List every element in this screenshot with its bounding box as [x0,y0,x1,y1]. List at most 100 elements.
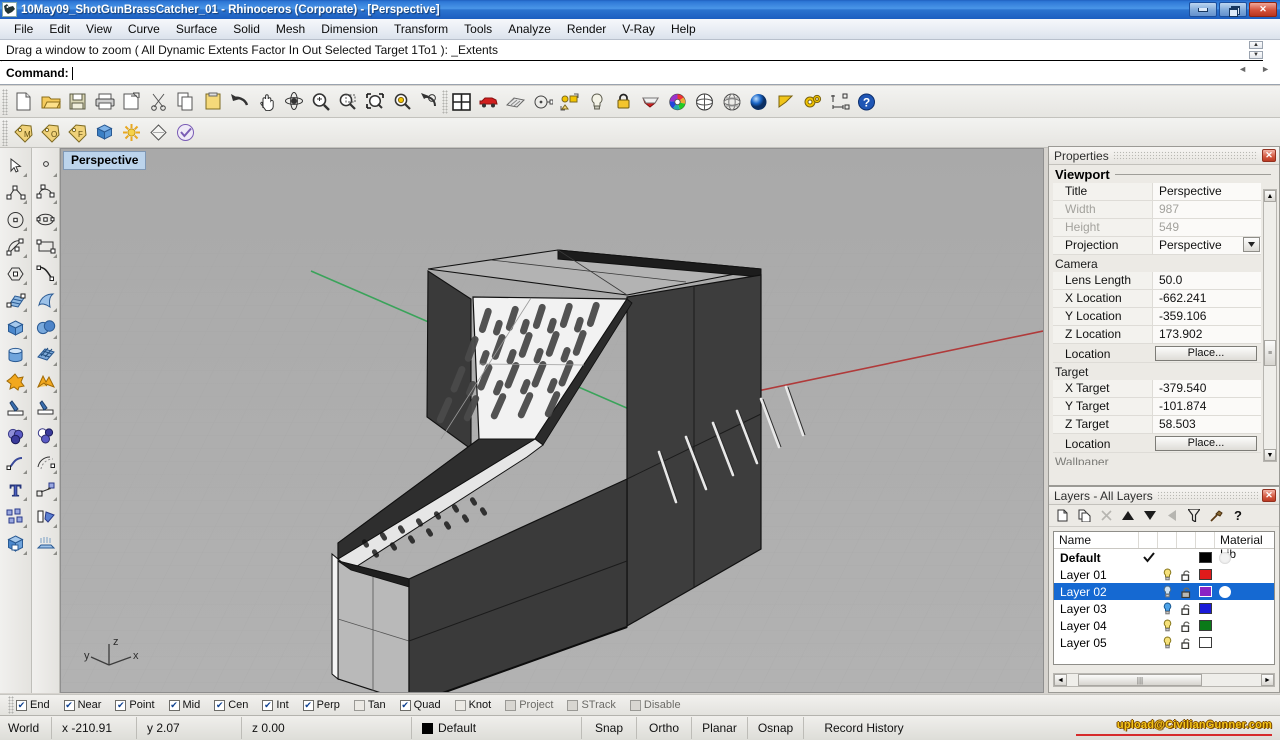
current-layer-check-icon[interactable] [1139,552,1158,563]
property-row-z-location[interactable]: Z Location 173.902 [1053,326,1261,344]
new-file-icon[interactable] [11,89,36,115]
chevron-down-icon[interactable] [1243,237,1260,252]
material-swatch[interactable] [1215,586,1234,598]
rotate-view-icon[interactable] [281,89,306,115]
osnap-near[interactable]: ✔ Near [64,699,102,711]
array-icon[interactable] [3,503,29,530]
restore-button[interactable] [1219,2,1247,17]
viewport-canvas[interactable]: z x y [61,149,1043,692]
color-wheel-icon[interactable] [665,89,690,115]
layer-row-layer-04[interactable]: Layer 04 [1054,617,1274,634]
sun-icon[interactable] [119,120,144,146]
curve-free-icon[interactable] [33,260,59,287]
property-value[interactable]: 58.503 [1153,416,1261,433]
property-value[interactable]: Perspective [1153,183,1261,200]
car-render-icon[interactable] [476,89,501,115]
boolean-union-icon[interactable] [3,368,29,395]
toggle-planar[interactable]: Planar [692,717,748,739]
property-row-target-location[interactable]: Location Place... [1053,434,1261,453]
properties-scrollbar[interactable]: ▲ ≡ ▼ [1263,189,1277,462]
close-icon[interactable]: ✕ [1262,149,1276,162]
layer-color-swatch[interactable] [1196,569,1215,580]
toggle-osnap[interactable]: Osnap [748,717,804,739]
osnap-project[interactable]: Project [505,699,553,711]
undo-icon[interactable] [227,89,252,115]
move-icon[interactable] [33,476,59,503]
menu-solid[interactable]: Solid [225,20,268,38]
property-row-x-location[interactable]: X Location -662.241 [1053,290,1261,308]
material-icon[interactable] [638,89,663,115]
menu-surface[interactable]: Surface [168,20,225,38]
object-tag-icon[interactable]: O [38,120,63,146]
trim-icon[interactable] [33,395,59,422]
property-row-x-target[interactable]: X Target -379.540 [1053,380,1261,398]
unlock-icon[interactable] [1177,637,1196,649]
osnap-quad[interactable]: ✔ Quad [400,699,441,711]
minimize-button[interactable] [1189,2,1217,17]
panel-drag-dots[interactable] [1113,151,1258,161]
point-icon[interactable] [33,152,59,179]
toolbar-grip-2[interactable] [2,120,8,146]
layers-table[interactable]: Name Material Lib Default Layer 01 [1053,531,1275,665]
checkbox[interactable]: ✔ [262,700,273,711]
checkbox[interactable] [505,700,516,711]
bulb-icon[interactable] [1158,619,1177,632]
property-row-title[interactable]: Title Perspective [1053,183,1261,201]
scroll-thumb[interactable]: ≡ [1264,340,1276,366]
checkbox[interactable]: ✔ [169,700,180,711]
vray-check-icon[interactable] [173,120,198,146]
dimension-icon[interactable] [827,89,852,115]
checkbox[interactable]: ✔ [115,700,126,711]
mesh-box-icon[interactable] [3,530,29,557]
scroll-thumb[interactable]: ||| [1078,674,1202,686]
menu-render[interactable]: Render [559,20,614,38]
menu-tools[interactable]: Tools [456,20,500,38]
scroll-left-arrow[interactable]: ◄ [1054,674,1067,686]
viewport-title-label[interactable]: Perspective [63,151,146,170]
zoom-previous-icon[interactable] [416,89,441,115]
property-row-camera-location[interactable]: Location Place... [1053,344,1261,363]
checkbox[interactable] [567,700,578,711]
select-arrow-icon[interactable] [3,152,29,179]
surface-patch-icon[interactable] [33,341,59,368]
help-icon[interactable]: ? [1231,508,1245,524]
menu-transform[interactable]: Transform [386,20,456,38]
pan-icon[interactable] [254,89,279,115]
panel-drag-dots[interactable] [1157,491,1258,501]
offset-curve-icon[interactable] [33,449,59,476]
command-prompt[interactable]: Command: [0,62,1195,84]
flag-icon[interactable] [773,89,798,115]
surface-from-curves-icon[interactable] [3,287,29,314]
render-preview-icon[interactable] [503,89,528,115]
scroll-right-arrow[interactable]: ► [1261,674,1274,686]
rectangle-icon[interactable] [33,233,59,260]
wireframe-sphere-icon[interactable] [719,89,744,115]
osnap-knot[interactable]: Knot [455,699,492,711]
osnap-end[interactable]: ✔ End [16,699,50,711]
new-layer-icon[interactable] [1055,508,1069,524]
paste-icon[interactable] [200,89,225,115]
layer-tools-icon[interactable] [1209,508,1223,524]
close-icon[interactable]: ✕ [1262,489,1276,502]
save-icon[interactable] [65,89,90,115]
osnap-disable[interactable]: Disable [630,699,681,711]
checkbox[interactable] [354,700,365,711]
move-layer-down-icon[interactable] [1143,508,1157,524]
surface-sweep-icon[interactable] [33,287,59,314]
menu-dimension[interactable]: Dimension [313,20,386,38]
perspective-viewport[interactable]: Perspective [60,148,1044,693]
property-row-lens-length[interactable]: Lens Length 50.0 [1053,272,1261,290]
property-row-projection[interactable]: Projection Perspective [1053,237,1261,255]
zoom-extents-icon[interactable] [362,89,387,115]
blue-cube-icon[interactable] [92,120,117,146]
layer-row-layer-05[interactable]: Layer 05 [1054,634,1274,651]
menu-view[interactable]: View [78,20,120,38]
bulb-icon[interactable] [1158,568,1177,581]
polyline-icon[interactable] [3,179,29,206]
split-icon[interactable] [3,395,29,422]
shade-sphere-icon[interactable] [692,89,717,115]
toggle-ortho[interactable]: Ortho [637,717,692,739]
layer-row-layer-01[interactable]: Layer 01 [1054,566,1274,583]
target-place-button[interactable]: Place... [1155,436,1257,451]
property-row-y-target[interactable]: Y Target -101.874 [1053,398,1261,416]
